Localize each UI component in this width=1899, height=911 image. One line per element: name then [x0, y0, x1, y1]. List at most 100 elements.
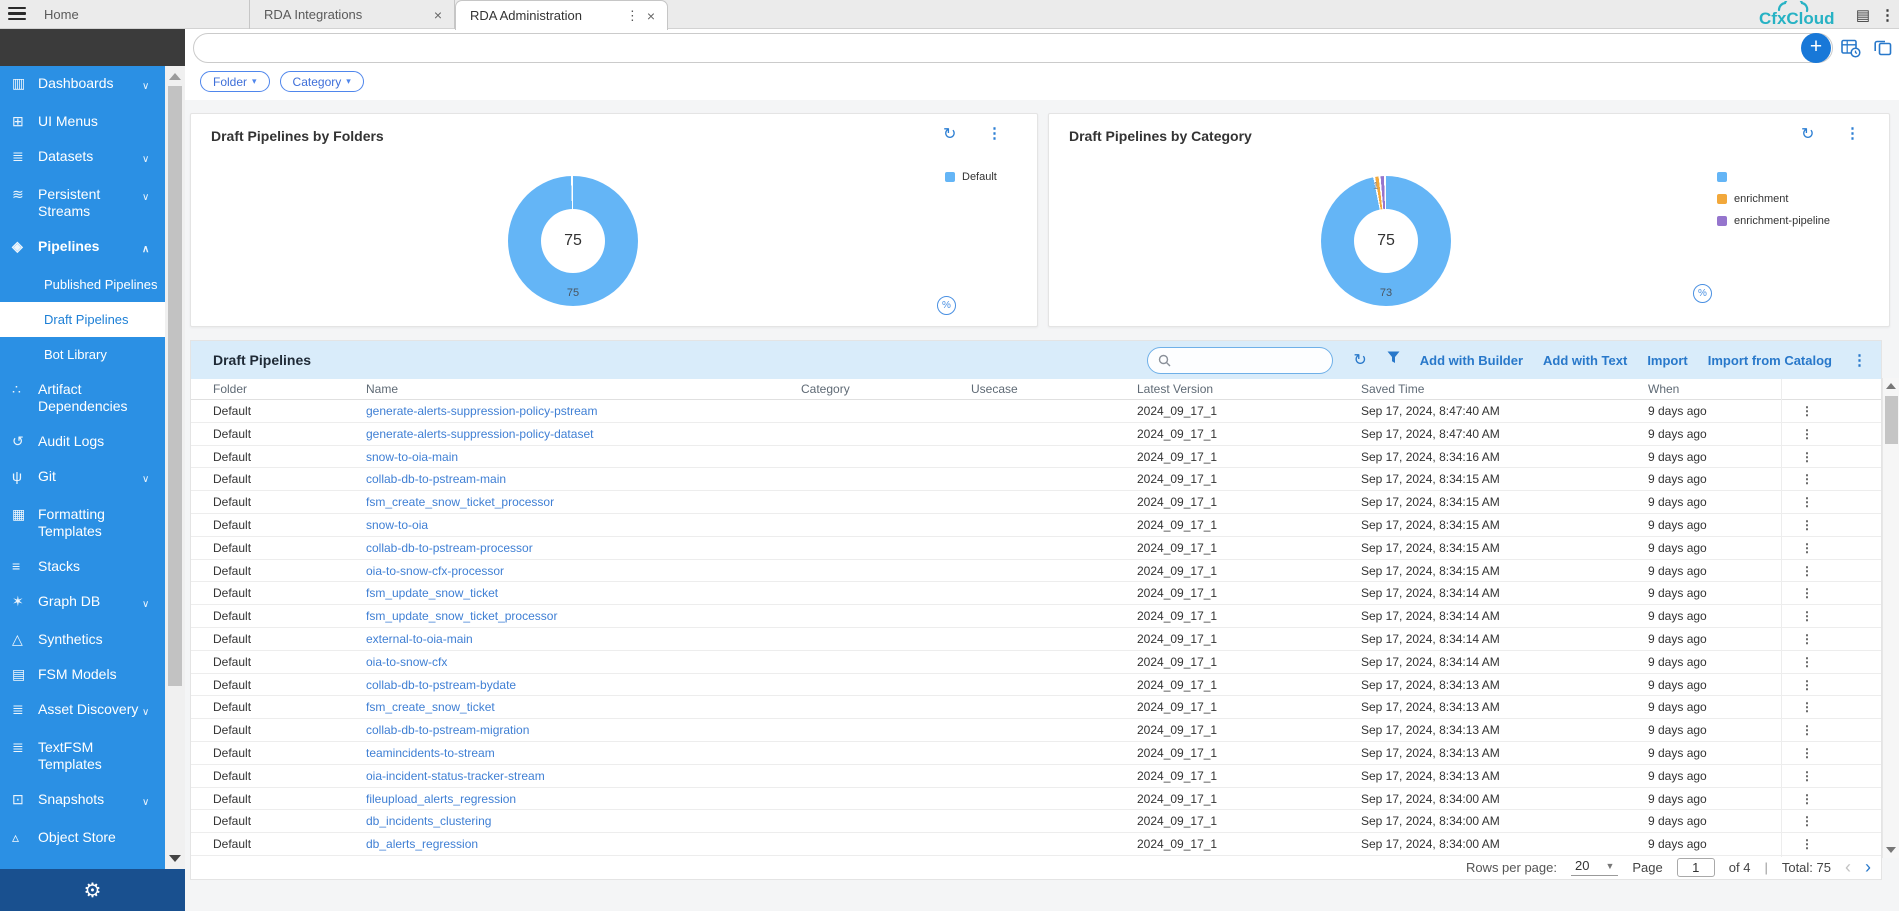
scheduled-view-icon[interactable] [1841, 38, 1861, 58]
window-kebab-icon[interactable]: ⋮ [1880, 6, 1895, 24]
tab-kebab-icon[interactable]: ⋮ [624, 8, 645, 24]
refresh-icon[interactable]: ↻ [943, 124, 956, 144]
global-search-input[interactable] [194, 34, 1832, 62]
next-page-icon[interactable]: › [1865, 858, 1871, 876]
window-list-icon[interactable]: ▤ [1856, 6, 1870, 24]
pipeline-name-link[interactable]: db_incidents_clustering [366, 810, 491, 833]
refresh-icon[interactable]: ↻ [1353, 350, 1366, 370]
legend-item[interactable]: Default [945, 166, 997, 188]
sidebar-item-datasets[interactable]: ≣Datasets∨ [0, 139, 165, 177]
sidebar-item-graph-db[interactable]: ✶Graph DB∨ [0, 584, 165, 622]
close-icon[interactable]: × [432, 7, 444, 23]
copy-layout-icon[interactable] [1873, 38, 1893, 58]
pipeline-name-link[interactable]: oia-to-snow-cfx [366, 651, 447, 674]
sidebar-item-persistent-streams[interactable]: ≋Persistent Streams∨ [0, 177, 165, 229]
filter-funnel-icon[interactable] [1387, 351, 1400, 369]
scroll-up-icon[interactable] [169, 73, 181, 80]
add-button[interactable]: + [1801, 33, 1831, 63]
row-kebab-icon[interactable]: ⋮ [1801, 400, 1813, 423]
tab-rda-administration[interactable]: RDA Administration ⋮ × [455, 0, 668, 30]
row-kebab-icon[interactable]: ⋮ [1801, 514, 1813, 537]
pipeline-name-link[interactable]: external-to-oia-main [366, 628, 473, 651]
refresh-icon[interactable]: ↻ [1801, 124, 1814, 144]
row-kebab-icon[interactable]: ⋮ [1801, 696, 1813, 719]
add-with-builder-button[interactable]: Add with Builder [1420, 353, 1523, 368]
pipeline-name-link[interactable]: collab-db-to-pstream-migration [366, 719, 529, 742]
row-kebab-icon[interactable]: ⋮ [1801, 674, 1813, 697]
add-with-text-button[interactable]: Add with Text [1543, 353, 1627, 368]
donut-chart-folders[interactable]: 75 75 [508, 176, 638, 306]
pipeline-name-link[interactable]: fsm_create_snow_ticket_processor [366, 491, 554, 514]
row-kebab-icon[interactable]: ⋮ [1801, 446, 1813, 469]
sidebar-item-published-pipelines[interactable]: Published Pipelines [0, 267, 165, 302]
sidebar-item-dashboards[interactable]: ▥Dashboards∨ [0, 66, 165, 104]
sidebar-item-pipelines[interactable]: ◈Pipelines∧ [0, 229, 165, 267]
legend-item[interactable]: enrichment-pipeline [1717, 210, 1830, 232]
legend-item[interactable] [1717, 166, 1830, 188]
pipeline-name-link[interactable]: db_alerts_regression [366, 833, 478, 856]
sidebar-item-ui-menus[interactable]: ⊞UI Menus [0, 104, 165, 139]
close-icon[interactable]: × [645, 8, 657, 24]
sidebar-item-textfsm-templates[interactable]: ≣TextFSM Templates [0, 730, 165, 782]
scroll-down-icon[interactable] [1886, 847, 1896, 853]
pipeline-name-link[interactable]: snow-to-oia [366, 514, 428, 537]
row-kebab-icon[interactable]: ⋮ [1801, 605, 1813, 628]
kebab-menu-icon[interactable]: ⋮ [1852, 351, 1867, 369]
pipeline-name-link[interactable]: collab-db-to-pstream-processor [366, 537, 533, 560]
row-kebab-icon[interactable]: ⋮ [1801, 468, 1813, 491]
scrollbar-thumb[interactable] [168, 86, 182, 686]
row-kebab-icon[interactable]: ⋮ [1801, 582, 1813, 605]
scroll-up-icon[interactable] [1886, 383, 1896, 389]
pipeline-name-link[interactable]: fsm_update_snow_ticket [366, 582, 498, 605]
row-kebab-icon[interactable]: ⋮ [1801, 560, 1813, 583]
sidebar-item-asset-discovery[interactable]: ≣Asset Discovery∨ [0, 692, 165, 730]
filter-chip-folder[interactable]: Folder ▾ [200, 71, 270, 92]
pipeline-name-link[interactable]: generate-alerts-suppression-policy-pstre… [366, 400, 597, 423]
row-kebab-icon[interactable]: ⋮ [1801, 628, 1813, 651]
pipeline-name-link[interactable]: oia-incident-status-tracker-stream [366, 765, 545, 788]
previous-page-icon[interactable]: ‹ [1845, 858, 1851, 876]
row-kebab-icon[interactable]: ⋮ [1801, 491, 1813, 514]
row-kebab-icon[interactable]: ⋮ [1801, 765, 1813, 788]
rows-per-page-select[interactable]: 20 ▼ [1571, 858, 1618, 876]
sidebar-item-formatting-templates[interactable]: ▦Formatting Templates [0, 497, 165, 549]
pipeline-name-link[interactable]: oia-to-snow-cfx-processor [366, 560, 504, 583]
gear-icon[interactable]: ⚙ [84, 878, 102, 903]
kebab-menu-icon[interactable]: ⋮ [987, 124, 1002, 142]
page-number-input[interactable] [1677, 858, 1715, 877]
import-from-catalog-button[interactable]: Import from Catalog [1708, 353, 1832, 368]
row-kebab-icon[interactable]: ⋮ [1801, 833, 1813, 856]
pipeline-name-link[interactable]: teamincidents-to-stream [366, 742, 495, 765]
sidebar-item-object-store[interactable]: ▵Object Store [0, 820, 165, 855]
pipeline-name-link[interactable]: generate-alerts-suppression-policy-datas… [366, 423, 593, 446]
pipeline-name-link[interactable]: fsm_create_snow_ticket [366, 696, 495, 719]
table-scrollbar[interactable] [1882, 378, 1899, 858]
sidebar-item-bot-library[interactable]: Bot Library [0, 337, 165, 372]
sidebar-item-artifact-dependencies[interactable]: ∴Artifact Dependencies [0, 372, 165, 424]
hamburger-menu-icon[interactable] [8, 7, 26, 22]
sidebar-item-synthetics[interactable]: △Synthetics [0, 622, 165, 657]
import-button[interactable]: Import [1647, 353, 1687, 368]
scrollbar-thumb[interactable] [1885, 396, 1898, 444]
row-kebab-icon[interactable]: ⋮ [1801, 423, 1813, 446]
row-kebab-icon[interactable]: ⋮ [1801, 810, 1813, 833]
pipeline-name-link[interactable]: fsm_update_snow_ticket_processor [366, 605, 557, 628]
sidebar-item-audit-logs[interactable]: ↺Audit Logs [0, 424, 165, 459]
table-search-input[interactable] [1177, 353, 1317, 367]
sidebar-item-stacks[interactable]: ≡Stacks [0, 549, 165, 584]
percent-toggle-icon[interactable]: % [1693, 284, 1712, 303]
pipeline-name-link[interactable]: collab-db-to-pstream-bydate [366, 674, 516, 697]
tab-home[interactable]: Home [30, 0, 250, 29]
donut-chart-category[interactable]: 75 73 1 [1321, 176, 1451, 306]
scroll-down-icon[interactable] [169, 855, 181, 862]
kebab-menu-icon[interactable]: ⋮ [1845, 124, 1860, 142]
sidebar-item-fsm-models[interactable]: ▤FSM Models [0, 657, 165, 692]
tab-rda-integrations[interactable]: RDA Integrations × [250, 0, 455, 29]
pipeline-name-link[interactable]: snow-to-oia-main [366, 446, 458, 469]
sidebar-scrollbar[interactable] [165, 66, 185, 869]
row-kebab-icon[interactable]: ⋮ [1801, 537, 1813, 560]
sidebar-item-git[interactable]: ψGit∨ [0, 459, 165, 497]
legend-item[interactable]: enrichment [1717, 188, 1830, 210]
row-kebab-icon[interactable]: ⋮ [1801, 788, 1813, 811]
percent-toggle-icon[interactable]: % [937, 296, 956, 315]
